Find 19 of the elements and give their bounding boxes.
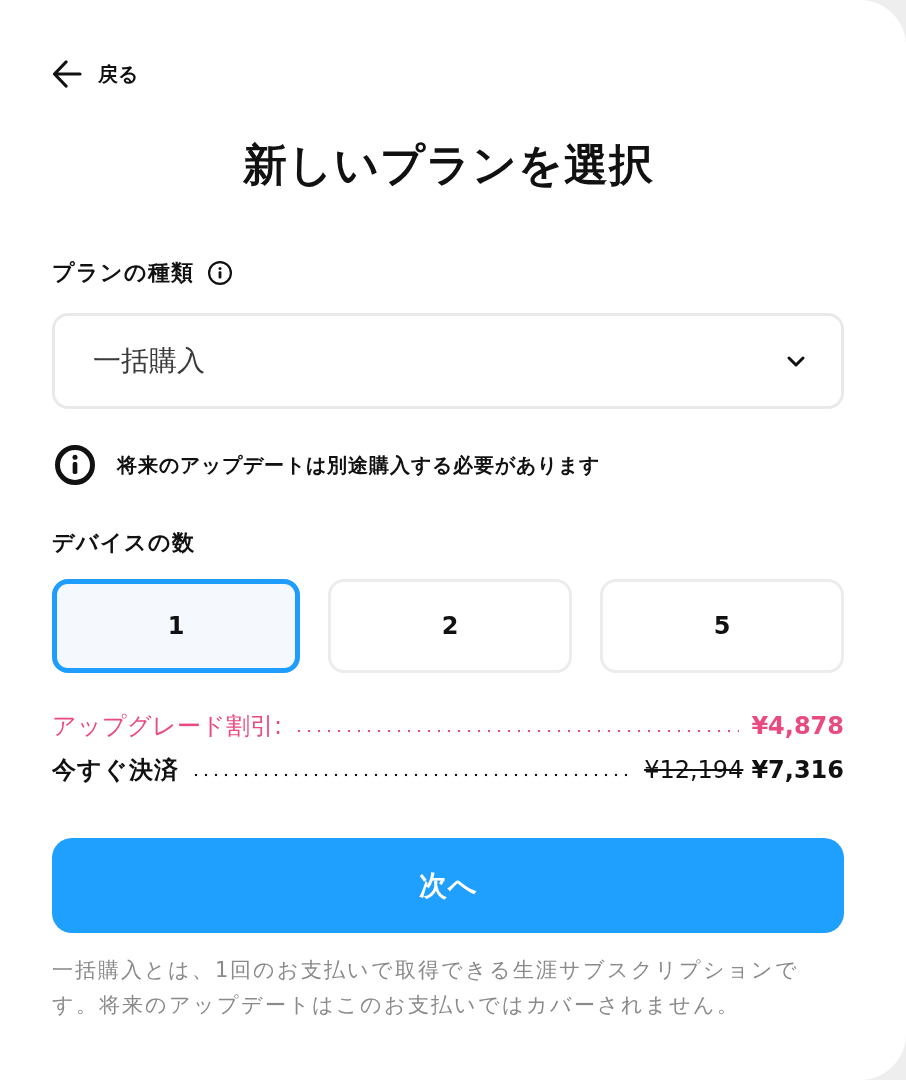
device-count-option[interactable]: 1 xyxy=(52,579,300,673)
page-title: 新しいプランを選択 xyxy=(242,138,654,192)
field-label: デバイスの数 xyxy=(52,529,195,557)
price: ¥4,878 xyxy=(751,711,844,742)
back-arrow-icon xyxy=(52,60,82,88)
device-count-option[interactable]: 5 xyxy=(600,579,844,673)
info-icon xyxy=(55,445,95,485)
price: ¥7,316 xyxy=(751,755,844,786)
chevron-down-icon xyxy=(787,355,805,367)
footnote-text: 一括購入とは、1回のお支払いで取得できる生涯サブスクリプションです。将来のアップデートはこのお支払いではカバーされません。 xyxy=(52,957,801,1019)
info-icon[interactable] xyxy=(208,261,232,285)
plan-type-select[interactable]: 一括購入 xyxy=(52,313,844,409)
total-label: 今すぐ決済 xyxy=(52,755,179,786)
back-link[interactable]: 戻る xyxy=(52,58,138,90)
device-count-option[interactable]: 2 xyxy=(328,579,572,673)
discount-label: アップグレード割引: xyxy=(52,711,283,742)
original-price: ¥12,194 xyxy=(644,755,744,786)
notice-text: 将来のアップデートは別途購入する必要があります xyxy=(117,452,600,479)
field-label: プランの種類 xyxy=(52,259,194,287)
